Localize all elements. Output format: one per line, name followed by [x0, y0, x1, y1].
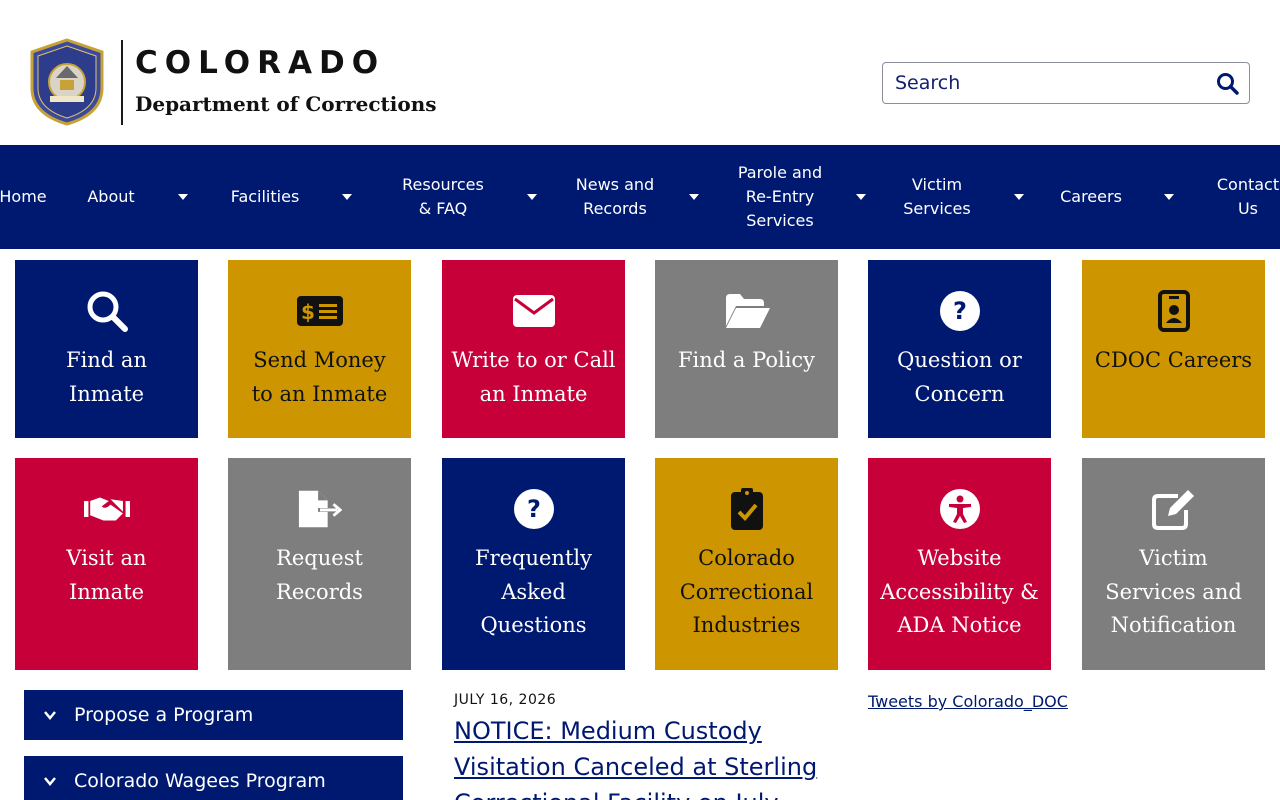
tile-label: Find an Inmate — [66, 348, 147, 406]
tile-label: Frequently Asked Questions — [475, 546, 592, 637]
tile-label: Request Records — [276, 546, 363, 604]
nav-item-contact-us[interactable]: Contact Us — [1212, 145, 1280, 249]
chevron-down-icon[interactable] — [526, 192, 538, 202]
tile-visit-an-inmate[interactable]: Visit an Inmate — [15, 458, 198, 670]
file-export-icon — [297, 486, 343, 532]
handshake-icon — [83, 486, 130, 532]
tile-send-money[interactable]: $ Send Money to an Inmate — [228, 260, 411, 438]
accordion-label: Colorado Wagees Program — [74, 770, 326, 792]
tile-label: CDOC Careers — [1094, 348, 1253, 372]
envelope-icon — [511, 288, 557, 334]
chevron-down-icon[interactable] — [341, 192, 353, 202]
nav-item-home[interactable]: Home — [0, 145, 48, 249]
chevron-down-icon — [44, 777, 56, 786]
main-navigation: Home About Facilities Resources & FAQ Ne… — [0, 145, 1280, 249]
id-badge-icon — [1151, 288, 1197, 334]
svg-text:$: $ — [301, 300, 315, 324]
chevron-down-icon[interactable] — [688, 192, 700, 202]
accordion-propose-a-program[interactable]: Propose a Program — [24, 690, 403, 740]
tile-request-records[interactable]: Request Records — [228, 458, 411, 670]
search-box — [882, 62, 1250, 104]
accessibility-icon — [937, 486, 983, 532]
question-circle-icon: ? — [937, 288, 983, 334]
tile-label: Question or Concern — [897, 348, 1022, 406]
tile-label: Website Accessibility & ADA Notice — [880, 546, 1039, 637]
tile-cdoc-careers[interactable]: CDOC Careers — [1082, 260, 1265, 438]
tile-label: Colorado Correctional Industries — [679, 546, 814, 637]
question-circle-icon: ? — [511, 486, 557, 532]
chevron-down-icon — [44, 711, 56, 720]
chevron-down-icon[interactable] — [855, 192, 867, 202]
nav-item-victim-services[interactable]: Victim Services — [893, 145, 981, 249]
nav-item-careers[interactable]: Careers — [1052, 145, 1130, 249]
folder-open-icon — [724, 288, 770, 334]
tile-question-or-concern[interactable]: ? Question or Concern — [868, 260, 1051, 438]
accordion-colorado-wagees-program[interactable]: Colorado Wagees Program — [24, 756, 403, 800]
brand-title[interactable]: COLORADO — [135, 45, 385, 81]
news-headline-link[interactable]: NOTICE: Medium Custody Visitation Cancel… — [454, 713, 834, 800]
money-check-icon: $ — [296, 288, 343, 334]
svg-text:?: ? — [527, 495, 541, 523]
search-icon[interactable] — [1215, 71, 1241, 97]
chevron-down-icon[interactable] — [177, 192, 189, 202]
tile-find-an-inmate[interactable]: Find an Inmate — [15, 260, 198, 438]
news-date: JULY 16, 2026 — [454, 692, 557, 708]
department-seal-icon[interactable] — [28, 38, 106, 126]
chevron-down-icon[interactable] — [1163, 192, 1175, 202]
tile-label: Write to or Call an Inmate — [451, 348, 616, 406]
nav-item-resources-faq[interactable]: Resources & FAQ — [392, 145, 494, 249]
tile-label: Find a Policy — [677, 348, 816, 372]
tile-label: Send Money to an Inmate — [251, 348, 388, 406]
tile-find-a-policy[interactable]: Find a Policy — [655, 260, 838, 438]
tile-website-accessibility[interactable]: Website Accessibility & ADA Notice — [868, 458, 1051, 670]
search-input[interactable] — [883, 63, 1203, 103]
tweets-link[interactable]: Tweets by Colorado_DOC — [868, 692, 1068, 711]
tile-write-or-call[interactable]: Write to or Call an Inmate — [442, 260, 625, 438]
tile-label: Victim Services and Notification — [1105, 546, 1242, 637]
nav-item-news-records[interactable]: News and Records — [565, 145, 665, 249]
accordion-label: Propose a Program — [74, 704, 254, 726]
tile-victim-services-notification[interactable]: Victim Services and Notification — [1082, 458, 1265, 670]
magnifier-icon — [84, 288, 130, 334]
tile-colorado-correctional-industries[interactable]: Colorado Correctional Industries — [655, 458, 838, 670]
tile-faq[interactable]: ? Frequently Asked Questions — [442, 458, 625, 670]
edit-icon — [1151, 486, 1197, 532]
chevron-down-icon[interactable] — [1013, 192, 1025, 202]
brand-subtitle[interactable]: Department of Corrections — [135, 92, 437, 116]
nav-item-facilities[interactable]: Facilities — [224, 145, 306, 249]
svg-text:?: ? — [953, 297, 967, 325]
site-header: COLORADO Department of Corrections — [0, 0, 1280, 145]
tile-label: Visit an Inmate — [66, 546, 147, 604]
clipboard-check-icon — [724, 486, 770, 532]
header-divider — [121, 40, 123, 125]
nav-item-about[interactable]: About — [82, 145, 140, 249]
nav-item-parole-reentry[interactable]: Parole and Re-Entry Services — [728, 145, 832, 249]
